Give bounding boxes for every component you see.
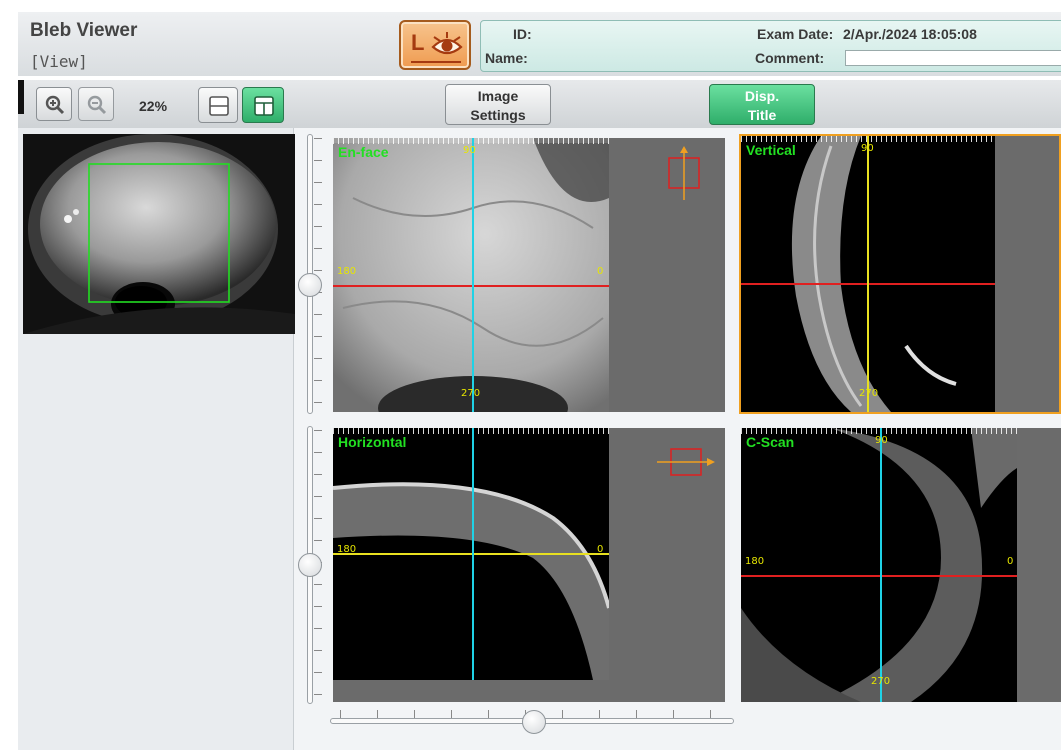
enface-vertical-cursor[interactable] <box>472 138 474 412</box>
cscan-deg-right: 0 <box>1007 556 1014 567</box>
vertical-deg-top: 90 <box>861 143 874 154</box>
comment-label: Comment: <box>755 50 825 66</box>
layout-quad-button[interactable] <box>242 87 284 123</box>
zoom-in-button[interactable] <box>36 87 72 121</box>
horizontal-deg-left: 180 <box>337 544 357 555</box>
cscan-horizontal-cursor[interactable] <box>741 575 1017 577</box>
cscan-image <box>741 428 1017 702</box>
layout-grid-icon <box>254 96 274 116</box>
horizontal-title: Horizontal <box>338 434 407 450</box>
enface-view[interactable]: En-face 90 180 0 270 <box>333 138 725 412</box>
horizontal-horizontal-cursor[interactable] <box>333 553 609 555</box>
app-title: Bleb Viewer <box>30 20 138 41</box>
disp-title-label-2: Title <box>747 107 777 123</box>
name-label: Name: <box>485 50 528 66</box>
exam-date-value: 2/Apr./2024 18:05:08 <box>843 26 977 42</box>
image-settings-button[interactable]: Image Settings <box>445 84 551 125</box>
disp-title-button[interactable]: Disp. Title <box>709 84 815 125</box>
header-bar: Bleb Viewer [View] L ID: Name: Exam Date… <box>18 12 1061 76</box>
horizontal-scan-direction-icon <box>657 448 715 476</box>
cscan-slider-knob[interactable] <box>522 710 546 734</box>
vertical-title: Vertical <box>746 142 796 158</box>
enface-deg-right: 0 <box>597 266 604 277</box>
eye-thumbnail[interactable] <box>23 134 295 334</box>
zoom-out-button[interactable] <box>78 87 114 121</box>
enface-image <box>333 138 609 412</box>
enface-deg-bottom: 270 <box>461 388 481 399</box>
eye-underline <box>411 61 461 63</box>
layout-single-button[interactable] <box>198 87 238 123</box>
zoom-in-icon <box>45 95 65 115</box>
image-settings-label-1: Image <box>477 88 519 104</box>
id-label: ID: <box>513 26 532 42</box>
cscan-vertical-cursor[interactable] <box>880 428 882 702</box>
horizontal-view[interactable]: Horizontal 180 0 <box>333 428 725 702</box>
eye-icon <box>431 32 463 55</box>
enface-depth-slider-knob[interactable] <box>298 273 322 297</box>
eye-photo <box>23 134 295 334</box>
eye-side-button[interactable]: L <box>399 20 471 70</box>
window-edge <box>18 80 24 114</box>
enface-deg-top: 90 <box>463 145 476 156</box>
vertical-scan-direction-icon <box>668 146 700 200</box>
cscan-title: C-Scan <box>746 434 795 450</box>
app-mode: [View] <box>30 52 88 71</box>
content-area: En-face 90 180 0 270 Vertical 90 270 Hor… <box>18 128 1061 750</box>
comment-field[interactable] <box>845 50 1061 66</box>
zoom-level: 22% <box>139 98 168 114</box>
image-settings-label-2: Settings <box>470 107 526 123</box>
horizontal-deg-right: 0 <box>597 544 604 555</box>
horizontal-depth-slider-knob[interactable] <box>298 553 322 577</box>
vertical-view[interactable]: Vertical 90 270 <box>739 134 1061 414</box>
disp-title-label-1: Disp. <box>744 88 780 104</box>
cscan-view[interactable]: C-Scan 90 180 0 270 <box>741 428 1061 702</box>
cscan-deg-top: 90 <box>875 435 888 446</box>
zoom-out-icon <box>87 95 107 115</box>
eye-side-letter: L <box>411 30 425 55</box>
cscan-deg-bottom: 270 <box>871 676 891 687</box>
horizontal-vertical-cursor[interactable] <box>472 428 474 680</box>
toolbar: 22% Image Settings Disp. Title <box>18 80 1061 128</box>
cscan-deg-left: 180 <box>745 556 765 567</box>
layout-rows-icon <box>209 96 229 116</box>
patient-info-panel: ID: Name: Exam Date: 2/Apr./2024 18:05:0… <box>480 20 1061 72</box>
enface-horizontal-cursor[interactable] <box>333 285 609 287</box>
exam-date-label: Exam Date: <box>757 26 834 42</box>
enface-deg-left: 180 <box>337 266 357 277</box>
vertical-vertical-cursor[interactable] <box>867 136 869 412</box>
enface-title: En-face <box>338 144 389 160</box>
vertical-deg-bottom: 270 <box>859 388 879 399</box>
